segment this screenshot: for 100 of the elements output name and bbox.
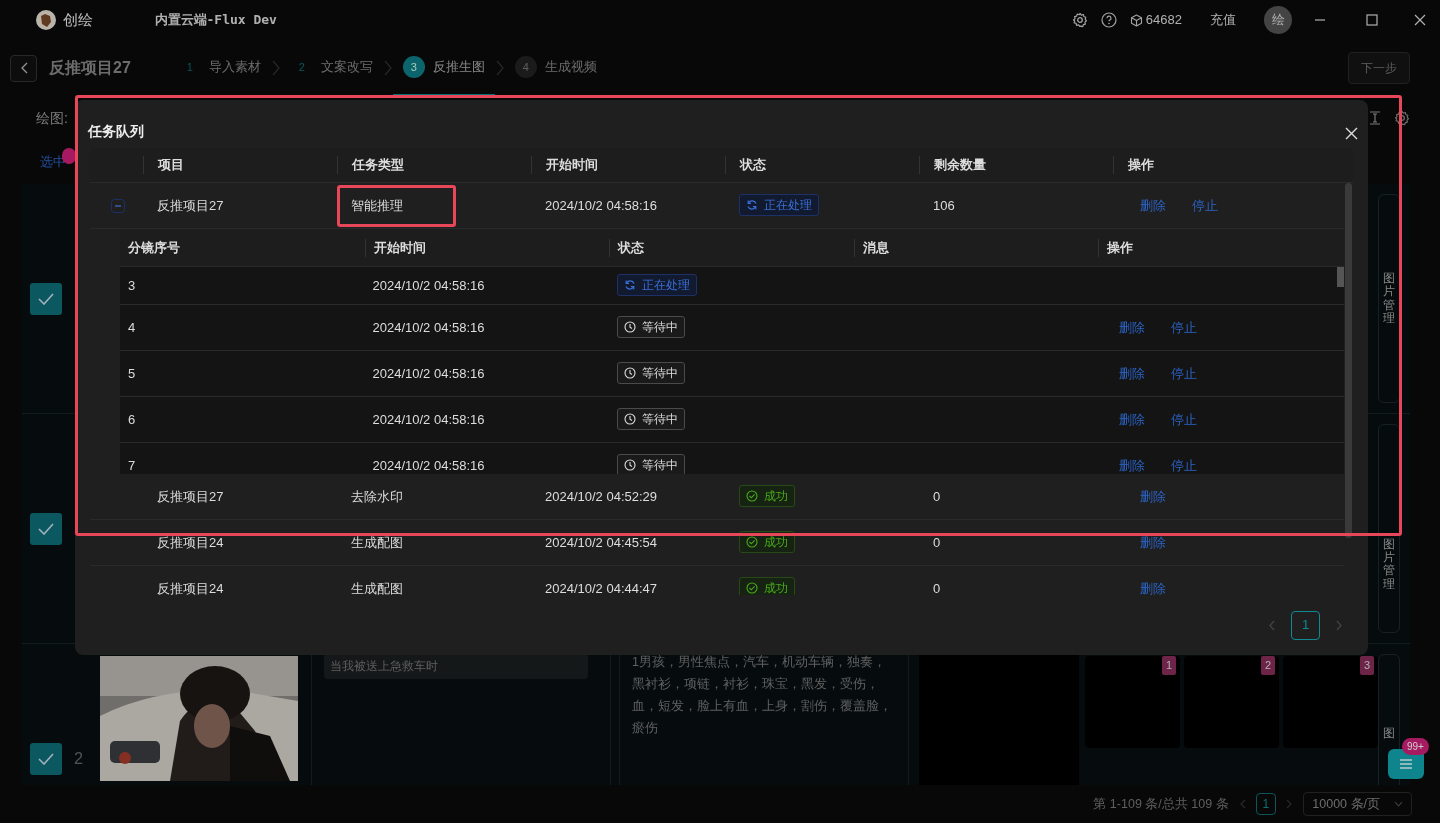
action-link[interactable]: 删除 <box>1140 578 1166 595</box>
close-button[interactable] <box>1414 14 1426 26</box>
thumbnail-badge: 3 <box>1359 656 1374 675</box>
table-cell-text: 生成配图 <box>350 533 404 552</box>
recharge-button[interactable]: 充值 <box>1210 10 1236 30</box>
scrollbar-thumb[interactable] <box>1345 183 1352 538</box>
table-cell-text: 2024/10/2 04:58:16 <box>371 456 486 474</box>
page-button[interactable]: 1 <box>1291 610 1320 640</box>
action-link[interactable]: 停止 <box>1171 409 1197 430</box>
table-cell-text: 反推项目24 <box>156 579 225 595</box>
table-cell-text: 0 <box>932 579 942 595</box>
prev-icon <box>1268 619 1275 631</box>
action-link[interactable]: 删除 <box>1119 317 1145 338</box>
clock-icon <box>624 367 636 380</box>
table-cell-text: 去除水印 <box>350 487 404 506</box>
maximize-button[interactable] <box>1366 14 1378 26</box>
table-cell-text: 0 <box>932 533 942 552</box>
help-icon <box>1100 12 1117 28</box>
table-cell-text: 生成配图 <box>350 579 404 595</box>
step-tab[interactable]: 2 文案改写 <box>280 40 383 96</box>
action-link[interactable]: 删除 <box>1119 409 1145 430</box>
column-header: 状态 <box>725 156 919 174</box>
step-tab[interactable]: 4 生成视频 <box>504 40 607 96</box>
table-cell-text: 106 <box>932 196 956 215</box>
action-link[interactable]: 停止 <box>1171 317 1197 338</box>
action-link[interactable]: 删除 <box>1140 486 1166 507</box>
table-cell-text: 2024/10/2 04:58:16 <box>371 364 486 383</box>
table-cell-text: 2024/10/2 04:58:16 <box>544 196 659 215</box>
settings-button[interactable] <box>1394 110 1410 126</box>
clock-icon <box>624 459 636 472</box>
settings-icon <box>1394 110 1410 126</box>
back-icon <box>19 62 28 74</box>
text-height-icon <box>1369 111 1381 125</box>
action-link[interactable]: 停止 <box>1192 195 1218 216</box>
table-cell-text: 反推项目27 <box>156 196 225 215</box>
side-tab[interactable]: 图片管理 <box>1378 424 1400 633</box>
table-cell-text: 5 <box>127 364 137 383</box>
clock-icon <box>624 321 636 334</box>
check-icon <box>38 752 54 765</box>
table-cell-text: 4 <box>127 318 137 337</box>
sync-icon <box>746 199 758 212</box>
model-name: 内置云端-Flux Dev <box>154 11 277 30</box>
settings-button[interactable] <box>1071 12 1088 28</box>
thumbnail-badge: 1 <box>1161 656 1176 675</box>
status-tag: 等待中 <box>617 316 685 339</box>
check-circle-icon <box>746 582 758 595</box>
table-cell-text: 反推项目27 <box>156 487 225 506</box>
action-link[interactable]: 停止 <box>1171 455 1197 474</box>
action-link[interactable]: 删除 <box>1119 363 1145 384</box>
list-icon <box>1399 758 1413 770</box>
check-icon <box>38 292 54 305</box>
thumbnail[interactable]: 1 <box>1085 656 1180 748</box>
page-button[interactable]: 1 <box>1255 793 1277 815</box>
next-icon <box>1286 799 1294 809</box>
thumbnail[interactable]: 2 <box>1184 656 1279 748</box>
scrollbar-thumb[interactable] <box>1337 267 1344 287</box>
column-header: 分镜序号 <box>127 238 181 257</box>
step-tab[interactable]: 3 反推生图 <box>392 40 495 96</box>
check-icon <box>38 522 54 535</box>
table-cell-text: 3 <box>127 276 137 295</box>
table-cell-text: 反推项目24 <box>156 533 225 552</box>
column-header: 操作 <box>1098 238 1344 257</box>
table-cell-text: 2024/10/2 04:44:47 <box>544 579 659 595</box>
thumbnail[interactable]: 3 <box>1283 656 1378 748</box>
next-icon <box>1336 619 1343 631</box>
action-link[interactable]: 停止 <box>1171 363 1197 384</box>
chevron-icon <box>382 60 393 76</box>
status-tag: 等待中 <box>617 362 685 385</box>
table-cell-text: 0 <box>932 487 942 506</box>
cube-icon <box>1129 13 1143 27</box>
project-title: 反推项目27 <box>49 58 131 78</box>
check-circle-icon <box>746 490 758 503</box>
step-tab[interactable]: 1 导入素材 <box>168 40 271 96</box>
action-link[interactable]: 删除 <box>1140 195 1166 216</box>
chevron-icon <box>270 60 281 76</box>
close-icon <box>1414 14 1426 26</box>
text-height-button[interactable] <box>1369 111 1381 125</box>
table-cell-text: 2024/10/2 04:58:16 <box>371 276 486 295</box>
caption-field[interactable]: 当我被送上急救车时 <box>324 654 588 679</box>
action-link[interactable]: 删除 <box>1119 455 1145 474</box>
dialog-title: 任务队列 <box>88 122 144 141</box>
row-checkbox[interactable] <box>30 512 62 545</box>
help-button[interactable] <box>1100 12 1117 28</box>
table-cell-text: 7 <box>127 456 137 474</box>
check-circle-icon <box>746 536 758 549</box>
status-tag: 等待中 <box>617 454 685 474</box>
column-header: 状态 <box>609 238 854 257</box>
page-size-select[interactable]: 10000 条/页 <box>1303 791 1412 817</box>
avatar-button[interactable]: 绘 <box>1264 6 1292 34</box>
list-button[interactable] <box>1388 749 1424 779</box>
status-tag: 成功 <box>739 485 795 508</box>
status-tag: 成功 <box>739 577 795 595</box>
action-link[interactable]: 删除 <box>1140 532 1166 553</box>
row-number: 2 <box>74 748 84 770</box>
row-checkbox[interactable] <box>30 282 62 315</box>
column-header: 消息 <box>853 238 1098 257</box>
column-header: 剩余数量 <box>919 156 1113 174</box>
row-checkbox[interactable] <box>30 742 62 775</box>
app-name: 创绘 <box>62 9 93 30</box>
table-cell-text: 2024/10/2 04:58:16 <box>371 410 486 429</box>
